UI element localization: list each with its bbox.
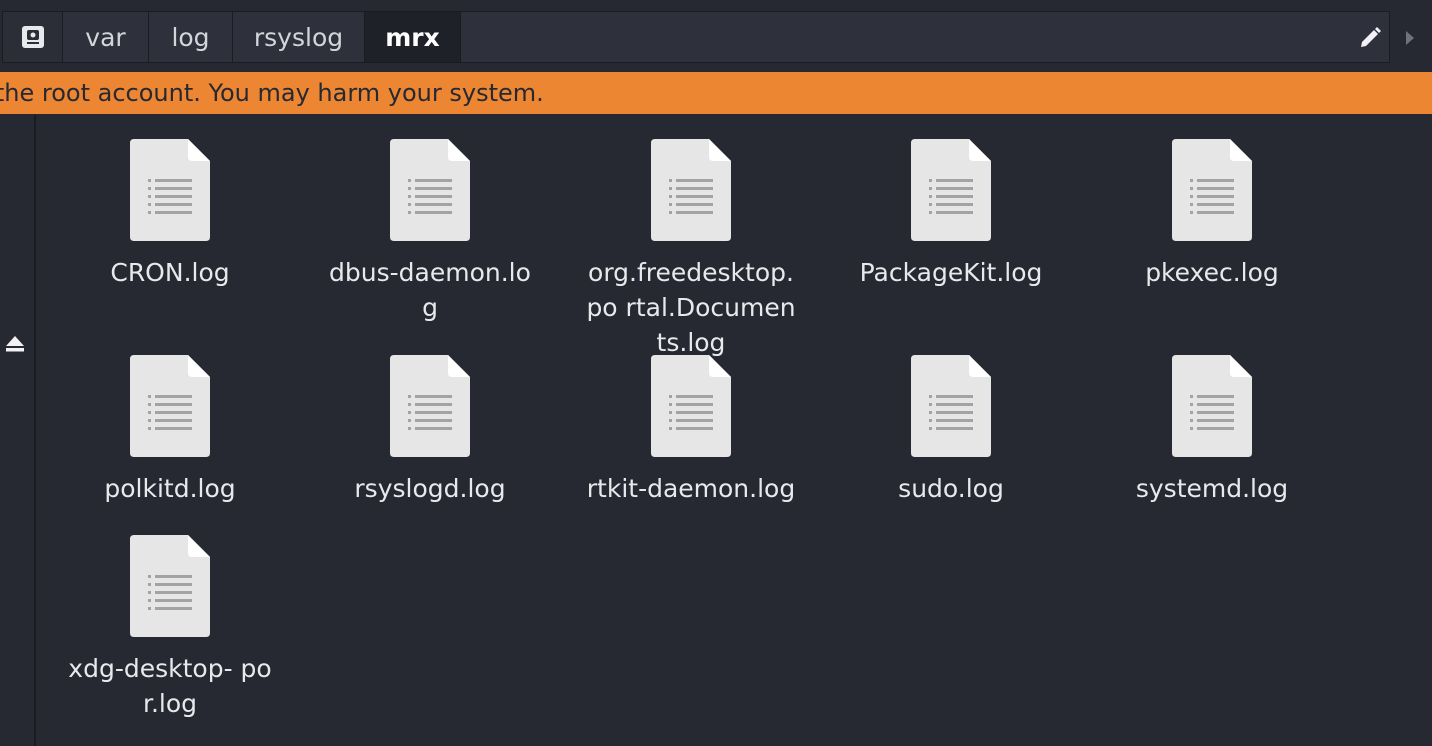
file-name: dbus-daemon.log: [329, 258, 531, 322]
file-item[interactable]: systemd.log: [1092, 355, 1332, 506]
drive-icon: [21, 26, 44, 48]
file-item[interactable]: rsyslogd.log: [310, 355, 550, 506]
text-file-icon: [130, 535, 210, 637]
file-item[interactable]: sudo.log: [831, 355, 1071, 506]
file-name: sudo.log: [898, 474, 1004, 503]
file-grid: CRON.log dbus-daemon.log org.freedesktop.p…: [36, 115, 1432, 746]
path-bar: var log rsyslog mrx: [0, 10, 1432, 66]
file-name: rsyslogd.log: [354, 474, 506, 503]
text-file-icon: [390, 355, 470, 457]
file-name: systemd.log: [1135, 474, 1289, 503]
pencil-icon: [1361, 27, 1381, 47]
text-file-icon: [1172, 355, 1252, 457]
file-item[interactable]: CRON.log: [50, 139, 290, 290]
breadcrumb-log[interactable]: log: [149, 12, 233, 62]
file-item[interactable]: xdg-desktop- por.log: [50, 535, 290, 721]
breadcrumb: var log rsyslog mrx: [2, 11, 1390, 63]
file-name: PackageKit.log: [859, 258, 1043, 287]
file-name: pkexec.log: [1145, 258, 1279, 287]
text-file-icon: [130, 139, 210, 241]
file-name: org.freedesktop.po rtal.Documents.log: [586, 258, 796, 357]
text-file-icon: [651, 355, 731, 457]
text-file-icon: [390, 139, 470, 241]
text-file-icon: [1172, 139, 1252, 241]
edit-location-button[interactable]: [1352, 20, 1388, 56]
file-name: CRON.log: [110, 258, 230, 287]
file-item[interactable]: org.freedesktop.po rtal.Documents.log: [571, 139, 811, 360]
file-name: xdg-desktop- por.log: [68, 654, 272, 718]
text-file-icon: [911, 139, 991, 241]
file-item[interactable]: polkitd.log: [50, 355, 290, 506]
breadcrumb-mrx[interactable]: mrx: [365, 12, 461, 62]
file-item[interactable]: rtkit-daemon.log: [571, 355, 811, 506]
breadcrumb-empty-area[interactable]: [461, 12, 1389, 62]
scroll-crumbs-right-button[interactable]: [1398, 26, 1422, 50]
text-file-icon: [911, 355, 991, 457]
breadcrumb-var[interactable]: var: [63, 12, 149, 62]
file-item[interactable]: PackageKit.log: [831, 139, 1071, 290]
triangle-right-icon: [1406, 31, 1414, 45]
file-name: rtkit-daemon.log: [586, 474, 796, 503]
breadcrumb-root-button[interactable]: [3, 12, 63, 62]
sidebar: [0, 115, 36, 746]
eject-icon[interactable]: [4, 333, 26, 355]
text-file-icon: [130, 355, 210, 457]
file-name: polkitd.log: [104, 474, 236, 503]
text-file-icon: [651, 139, 731, 241]
file-item[interactable]: pkexec.log: [1092, 139, 1332, 290]
breadcrumb-rsyslog[interactable]: rsyslog: [233, 12, 365, 62]
root-warning-banner: g the root account. You may harm your sy…: [0, 72, 1432, 114]
root-warning-text: g the root account. You may harm your sy…: [0, 79, 544, 107]
file-item[interactable]: dbus-daemon.log: [310, 139, 550, 325]
